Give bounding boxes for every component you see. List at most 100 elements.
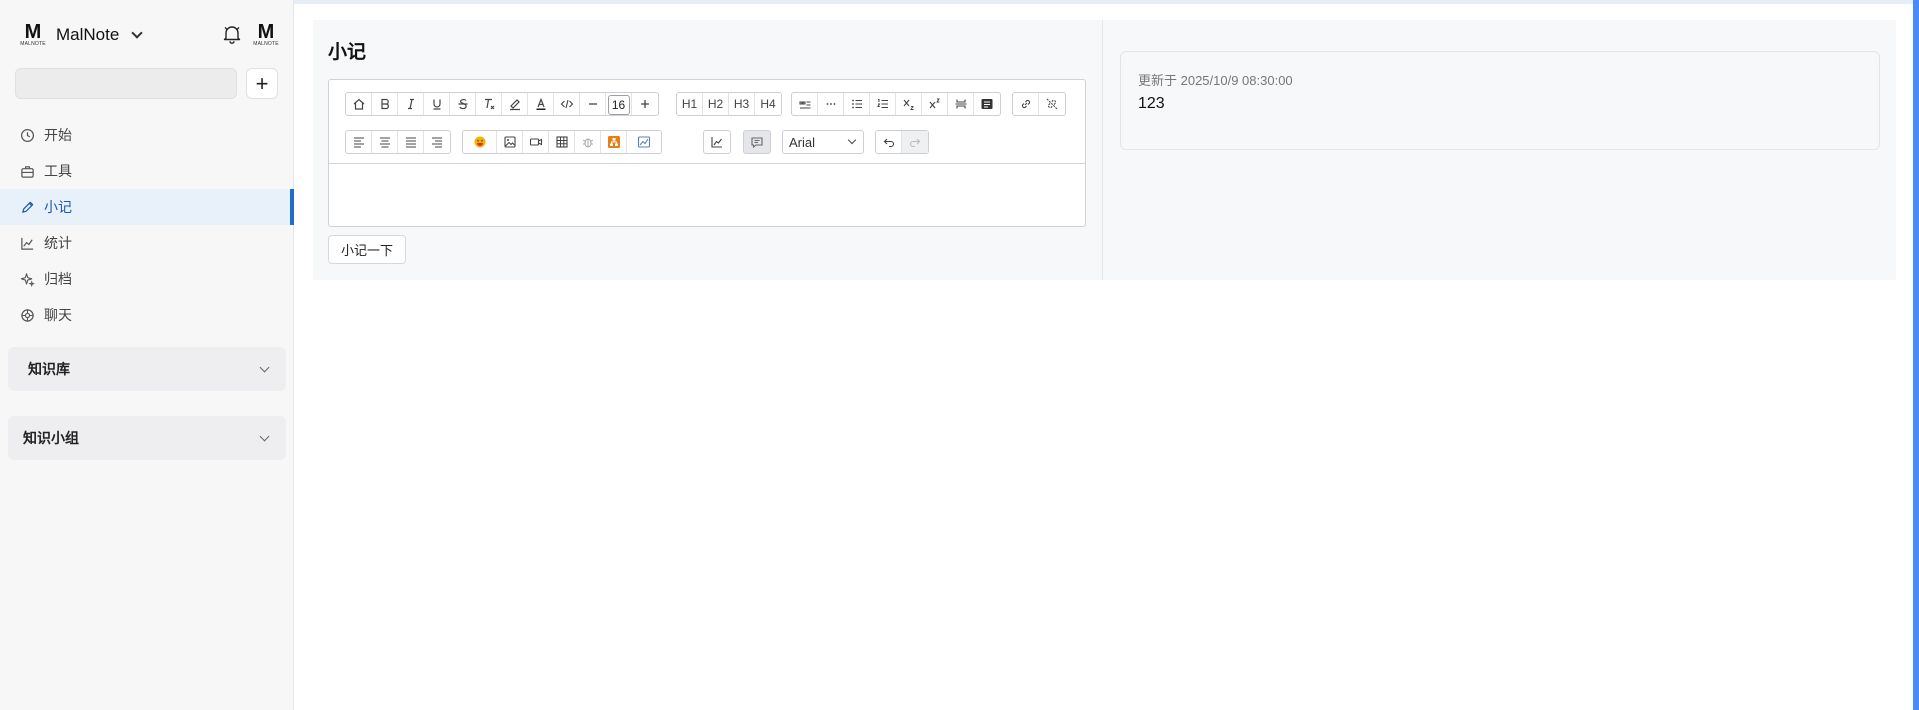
editor-content[interactable] <box>329 165 1085 226</box>
sparkle-icon <box>20 272 35 287</box>
chevron-down-icon <box>847 135 857 145</box>
ordered-list-icon <box>876 99 888 108</box>
redo-button[interactable] <box>902 131 928 153</box>
divider-button[interactable] <box>818 93 844 115</box>
bug-icon <box>582 138 593 148</box>
pen-icon <box>22 201 34 213</box>
font-size-value: 16 <box>607 94 630 115</box>
font-size-field[interactable]: 16 <box>606 93 632 115</box>
block-group <box>791 92 1001 116</box>
insert-link-button[interactable] <box>1013 93 1039 115</box>
align-right-button[interactable] <box>424 131 450 153</box>
chart-button[interactable] <box>704 131 730 153</box>
window-edge-bar <box>1913 0 1919 710</box>
rich-text-editor: 16 H1 H2 H3 H4 Arial <box>328 79 1086 227</box>
note-updated-time: 更新于 2025/10/9 08:30:00 <box>1138 73 1293 88</box>
align-justify-icon <box>405 137 416 148</box>
code-block-button[interactable] <box>974 93 1000 115</box>
align-left-button[interactable] <box>346 131 372 153</box>
highlighter-icon <box>509 99 520 111</box>
table-button[interactable] <box>549 131 575 153</box>
superscript-button[interactable] <box>922 93 948 115</box>
quote-icon <box>798 101 810 109</box>
sidebar-item-notes[interactable]: 小记 <box>0 189 294 225</box>
align-left-icon <box>353 137 364 148</box>
app-logo: M MALNOTE <box>20 21 46 47</box>
bold-button[interactable] <box>372 93 398 115</box>
align-group <box>345 130 451 154</box>
sidebar-item-label: 聊天 <box>44 307 72 323</box>
avatar[interactable]: M MALNOTE <box>253 22 279 48</box>
sidebar-item-stats[interactable]: 统计 <box>0 225 294 261</box>
section-knowledge-group[interactable]: 知识小组 <box>8 416 286 460</box>
font-color-button[interactable] <box>528 93 554 115</box>
mindmap-button[interactable] <box>575 131 601 153</box>
heading-4-button[interactable]: H4 <box>755 93 781 115</box>
image-button[interactable] <box>497 131 523 153</box>
video-button[interactable] <box>523 131 549 153</box>
comment-button[interactable] <box>744 131 770 153</box>
unlink-button[interactable] <box>1039 93 1065 115</box>
sidebar-item-start[interactable]: 开始 <box>0 117 294 153</box>
decrease-font-button[interactable] <box>580 93 606 115</box>
line-chart-icon <box>21 237 34 250</box>
blockquote-button[interactable] <box>792 93 818 115</box>
align-center-icon <box>379 137 390 148</box>
superscript-icon <box>929 98 940 109</box>
format-group: 16 <box>345 92 659 116</box>
section-label: 知识库 <box>28 361 70 377</box>
ordered-list-button[interactable] <box>870 93 896 115</box>
editor-toolbar: 16 H1 H2 H3 H4 Arial <box>329 80 1085 164</box>
search-input[interactable] <box>15 68 237 99</box>
sidebar-item-archive[interactable]: 归档 <box>0 261 294 297</box>
home-button[interactable] <box>346 93 372 115</box>
italic-button[interactable] <box>398 93 424 115</box>
sidebar-item-label: 统计 <box>44 235 72 251</box>
chevron-down-icon <box>259 362 270 372</box>
strikethrough-button[interactable] <box>450 93 476 115</box>
add-button[interactable]: + <box>246 68 278 99</box>
subscript-button[interactable] <box>896 93 922 115</box>
link-icon <box>1021 99 1030 109</box>
heading-3-button[interactable]: H3 <box>729 93 755 115</box>
image-icon <box>503 136 516 148</box>
workspace-switcher[interactable]: M MALNOTE MalNote <box>20 21 143 48</box>
section-label: 知识小组 <box>23 430 79 446</box>
strikethrough-icon <box>458 99 467 110</box>
font-family-value: Arial <box>789 134 816 150</box>
increase-font-button[interactable] <box>632 93 658 115</box>
undo-button[interactable] <box>876 131 902 153</box>
minus-icon <box>588 103 597 105</box>
code-button[interactable] <box>554 93 580 115</box>
ellipsis-icon <box>826 103 835 105</box>
undo-icon <box>883 138 894 148</box>
align-center-button[interactable] <box>372 131 398 153</box>
sidebar-item-label: 工具 <box>44 163 72 179</box>
highlight-button[interactable] <box>502 93 528 115</box>
chevron-down-icon <box>131 26 143 39</box>
emoji-button[interactable] <box>463 131 497 153</box>
font-family-select[interactable]: Arial <box>782 130 864 154</box>
sidebar-item-label: 归档 <box>44 271 72 287</box>
line-chart-icon <box>711 137 722 148</box>
emoji-icon <box>474 136 485 148</box>
sidebar-nav: 开始 工具 小记 统计 归档 聊天 <box>0 117 294 333</box>
heading-1-button[interactable]: H1 <box>677 93 703 115</box>
drawing-button[interactable] <box>627 131 661 153</box>
sidebar-item-chat[interactable]: 聊天 <box>0 297 294 333</box>
sidebar-item-tools[interactable]: 工具 <box>0 153 294 189</box>
section-knowledge-base[interactable]: 知识库 <box>8 347 286 391</box>
clear-format-button[interactable] <box>476 93 502 115</box>
submit-note-button[interactable]: 小记一下 <box>328 235 407 264</box>
bullet-list-button[interactable] <box>844 93 870 115</box>
bell-icon[interactable] <box>222 24 242 44</box>
redo-icon <box>909 138 921 148</box>
horizontal-rule-button[interactable] <box>948 93 974 115</box>
align-justify-button[interactable] <box>398 131 424 153</box>
code-icon <box>560 99 573 109</box>
heading-2-button[interactable]: H2 <box>703 93 729 115</box>
underline-button[interactable] <box>424 93 450 115</box>
diagram-button[interactable] <box>601 131 627 153</box>
note-card[interactable]: 更新于 2025/10/9 08:30:00 123 <box>1120 51 1880 150</box>
align-right-icon <box>432 137 442 148</box>
